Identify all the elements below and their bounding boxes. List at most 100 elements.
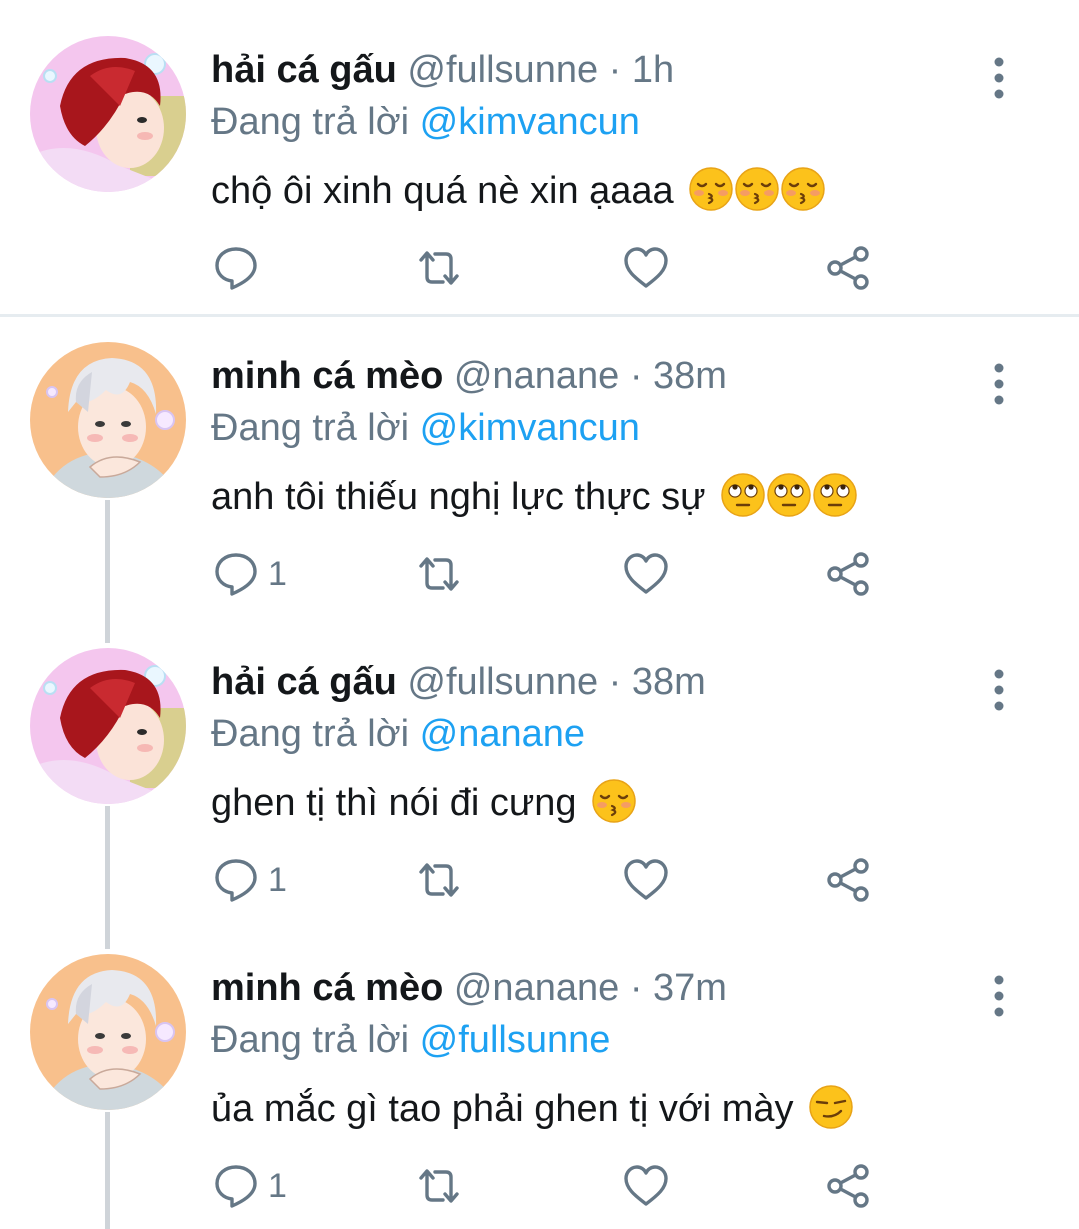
- retweet-icon: [415, 856, 463, 904]
- reply-button[interactable]: 1: [212, 856, 287, 904]
- tweet-header: hải cá gấu @fullsunne · 1h: [211, 48, 674, 92]
- tweet-text-content: anh tôi thiếu nghị lực thực sự: [211, 476, 706, 518]
- reply-count: 1: [268, 1166, 287, 1205]
- author-name[interactable]: minh cá mèo: [211, 355, 443, 397]
- like-button[interactable]: [622, 244, 670, 292]
- share-icon: [825, 244, 873, 292]
- author-handle[interactable]: @fullsunne: [407, 49, 598, 91]
- tweet-actions: [212, 244, 912, 292]
- mention-link[interactable]: @nanane: [420, 713, 585, 755]
- kissing-face-closed-eyes-emoji: [734, 166, 780, 212]
- more-options-icon[interactable]: [985, 56, 1013, 100]
- tweet-text: anh tôi thiếu nghị lực thực sự: [211, 472, 858, 520]
- kissing-face-closed-eyes-emoji: [780, 166, 826, 212]
- reply-icon: [212, 856, 260, 904]
- timestamp[interactable]: 1h: [632, 49, 674, 91]
- tweet[interactable]: hải cá gấu @fullsunne · 1h Đang trả lời …: [0, 36, 1079, 316]
- avatar[interactable]: [30, 648, 186, 804]
- kissing-face-closed-eyes-emoji: [688, 166, 734, 212]
- tweet[interactable]: hải cá gấu @fullsunne · 38m Đang trả lời…: [0, 648, 1079, 938]
- kissing-face-closed-eyes-emoji: [591, 778, 637, 824]
- timestamp[interactable]: 38m: [653, 355, 727, 397]
- like-button[interactable]: [622, 550, 670, 598]
- retweet-icon: [415, 1162, 463, 1210]
- retweet-button[interactable]: [415, 856, 463, 904]
- tweet-actions: 1: [212, 1162, 912, 1210]
- heart-icon: [622, 550, 670, 598]
- author-name[interactable]: minh cá mèo: [211, 967, 443, 1009]
- share-button[interactable]: [825, 550, 873, 598]
- more-options-icon[interactable]: [985, 362, 1013, 406]
- tweet-actions: 1: [212, 550, 912, 598]
- retweet-button[interactable]: [415, 244, 463, 292]
- reply-button[interactable]: 1: [212, 550, 287, 598]
- tweet-header: hải cá gấu @fullsunne · 38m: [211, 660, 706, 704]
- author-handle[interactable]: @fullsunne: [407, 661, 598, 703]
- reply-button[interactable]: 1: [212, 1162, 287, 1210]
- tweet-actions: 1: [212, 856, 912, 904]
- author-name[interactable]: hải cá gấu: [211, 661, 397, 703]
- author-name[interactable]: hải cá gấu: [211, 49, 397, 91]
- tweet-text-content: ủa mắc gì tao phải ghen tị với mày: [211, 1088, 794, 1130]
- mention-link[interactable]: @kimvancun: [420, 407, 640, 449]
- tweet[interactable]: minh cá mèo @nanane · 38m Đang trả lời @…: [0, 342, 1079, 632]
- tweet-text: ghen tị thì nói đi cưng: [211, 778, 637, 826]
- like-button[interactable]: [622, 856, 670, 904]
- replying-to: Đang trả lời @kimvancun: [211, 99, 640, 145]
- retweet-button[interactable]: [415, 550, 463, 598]
- divider: [0, 314, 1079, 317]
- reply-icon: [212, 1162, 260, 1210]
- reply-count: 1: [268, 860, 287, 899]
- share-icon: [825, 1162, 873, 1210]
- heart-icon: [622, 856, 670, 904]
- replying-prefix: Đang trả lời: [211, 1019, 410, 1061]
- replying-to: Đang trả lời @nanane: [211, 711, 585, 757]
- mention-link[interactable]: @kimvancun: [420, 101, 640, 143]
- eye-roll-emoji: [766, 472, 812, 518]
- smirk-emoji: [808, 1084, 854, 1130]
- tweet-text-content: chộ ôi xinh quá nè xin ạaaa: [211, 170, 674, 212]
- retweet-icon: [415, 244, 463, 292]
- reply-button[interactable]: [212, 244, 268, 292]
- tweet-text-content: ghen tị thì nói đi cưng: [211, 782, 577, 824]
- separator: ·: [608, 49, 622, 91]
- tweet-header: minh cá mèo @nanane · 38m: [211, 354, 727, 398]
- mention-link[interactable]: @fullsunne: [420, 1019, 611, 1061]
- separator: ·: [608, 661, 622, 703]
- share-button[interactable]: [825, 856, 873, 904]
- share-button[interactable]: [825, 244, 873, 292]
- heart-icon: [622, 244, 670, 292]
- heart-icon: [622, 1162, 670, 1210]
- retweet-button[interactable]: [415, 1162, 463, 1210]
- share-icon: [825, 856, 873, 904]
- tweet[interactable]: minh cá mèo @nanane · 37m Đang trả lời @…: [0, 954, 1079, 1229]
- avatar[interactable]: [30, 342, 186, 498]
- avatar[interactable]: [30, 954, 186, 1110]
- separator: ·: [629, 967, 643, 1009]
- timestamp[interactable]: 37m: [653, 967, 727, 1009]
- author-handle[interactable]: @nanane: [454, 967, 619, 1009]
- eye-roll-emoji: [812, 472, 858, 518]
- share-button[interactable]: [825, 1162, 873, 1210]
- timestamp[interactable]: 38m: [632, 661, 706, 703]
- replying-to: Đang trả lời @kimvancun: [211, 405, 640, 451]
- reply-icon: [212, 550, 260, 598]
- tweet-text: ủa mắc gì tao phải ghen tị với mày: [211, 1084, 854, 1132]
- retweet-icon: [415, 550, 463, 598]
- more-options-icon[interactable]: [985, 668, 1013, 712]
- tweet-header: minh cá mèo @nanane · 37m: [211, 966, 727, 1010]
- share-icon: [825, 550, 873, 598]
- replying-to: Đang trả lời @fullsunne: [211, 1017, 610, 1063]
- reply-count: 1: [268, 554, 287, 593]
- author-handle[interactable]: @nanane: [454, 355, 619, 397]
- replying-prefix: Đang trả lời: [211, 101, 410, 143]
- reply-icon: [212, 244, 260, 292]
- replying-prefix: Đang trả lời: [211, 713, 410, 755]
- like-button[interactable]: [622, 1162, 670, 1210]
- separator: ·: [629, 355, 643, 397]
- tweet-text: chộ ôi xinh quá nè xin ạaaa: [211, 166, 826, 214]
- replying-prefix: Đang trả lời: [211, 407, 410, 449]
- avatar[interactable]: [30, 36, 186, 192]
- more-options-icon[interactable]: [985, 974, 1013, 1018]
- eye-roll-emoji: [720, 472, 766, 518]
